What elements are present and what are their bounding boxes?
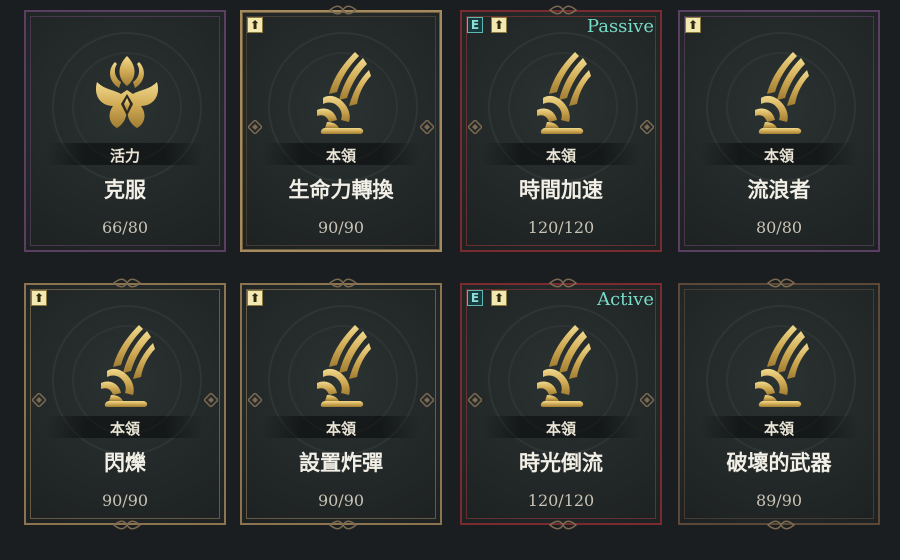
ornament-icon (328, 5, 358, 15)
skill-category: 本領 (325, 147, 356, 165)
ornament-icon (766, 278, 796, 288)
skill-name: 設置炸彈 (299, 450, 383, 475)
wing-emblem-icon (523, 48, 603, 140)
skill-category: 本領 (109, 420, 140, 438)
lotus-flame-emblem-icon (87, 48, 167, 140)
skill-category: 本領 (545, 420, 576, 438)
upgrade-arrow-icon: ⬆ (31, 290, 47, 306)
skill-progress: 66/80 (101, 218, 149, 237)
diamond-ornament-icon (204, 393, 218, 407)
skill-name: 時光倒流 (519, 450, 603, 475)
skill-name: 閃爍 (104, 450, 146, 475)
diamond-ornament-icon (248, 120, 262, 134)
skill-progress: 120/120 (527, 491, 595, 510)
diamond-ornament-icon (468, 120, 482, 134)
diamond-ornament-icon (420, 120, 434, 134)
wing-emblem-icon (87, 321, 167, 413)
ornament-icon (548, 5, 578, 15)
skill-progress: 90/90 (101, 491, 149, 510)
skill-progress: 120/120 (527, 218, 595, 237)
wing-emblem-icon (741, 321, 821, 413)
ornament-icon (328, 520, 358, 530)
skill-category: 本領 (325, 420, 356, 438)
wing-emblem-icon (303, 48, 383, 140)
skill-progress: 90/90 (317, 491, 365, 510)
upgrade-arrow-icon: ⬆ (491, 290, 507, 306)
diamond-ornament-icon (640, 120, 654, 134)
ornament-icon (112, 278, 142, 288)
upgrade-arrow-icon: ⬆ (685, 17, 701, 33)
skill-name: 生命力轉換 (288, 177, 394, 202)
upgrade-arrow-icon: ⬆ (491, 17, 507, 33)
skill-name: 破壞的武器 (726, 450, 832, 475)
ornament-icon (548, 278, 578, 288)
ornament-icon (112, 520, 142, 530)
wing-emblem-icon (303, 321, 383, 413)
skill-card[interactable]: ⬆ 本領 流浪者 80/80 (678, 10, 880, 252)
skill-card[interactable]: ⬆ 本領 生命力轉換 90/90 (240, 10, 442, 252)
skill-name: 時間加速 (519, 177, 603, 202)
skill-mode: Active (597, 289, 654, 310)
skill-name: 流浪者 (747, 177, 811, 202)
diamond-ornament-icon (32, 393, 46, 407)
skill-card[interactable]: ⬆ 本領 閃爍 90/90 (24, 283, 226, 525)
skill-card[interactable]: ⬆ 本領 設置炸彈 90/90 (240, 283, 442, 525)
skill-category: 本領 (763, 147, 794, 165)
skill-category: 本領 (545, 147, 576, 165)
ornament-icon (548, 520, 578, 530)
equipped-tag: E (467, 290, 483, 306)
skill-card[interactable]: E ⬆ Active 本領 時光倒流 120/120 (460, 283, 662, 525)
wing-emblem-icon (523, 321, 603, 413)
ornament-icon (766, 520, 796, 530)
skill-progress: 89/90 (755, 491, 803, 510)
skill-card[interactable]: 活力 克服 66/80 (24, 10, 226, 252)
ornament-icon (328, 278, 358, 288)
skill-category: 本領 (763, 420, 794, 438)
equipped-tag: E (467, 17, 483, 33)
skill-progress: 90/90 (317, 218, 365, 237)
diamond-ornament-icon (468, 393, 482, 407)
skill-category: 活力 (109, 147, 140, 165)
next-row-edge (24, 553, 878, 560)
diamond-ornament-icon (248, 393, 262, 407)
skill-mode: Passive (586, 16, 654, 37)
diamond-ornament-icon (420, 393, 434, 407)
diamond-ornament-icon (640, 393, 654, 407)
wing-emblem-icon (741, 48, 821, 140)
upgrade-arrow-icon: ⬆ (247, 290, 263, 306)
skill-card[interactable]: 本領 破壞的武器 89/90 (678, 283, 880, 525)
skill-progress: 80/80 (755, 218, 803, 237)
skill-card[interactable]: E ⬆ Passive 本領 時間加速 120/120 (460, 10, 662, 252)
upgrade-arrow-icon: ⬆ (247, 17, 263, 33)
skill-name: 克服 (104, 177, 146, 202)
